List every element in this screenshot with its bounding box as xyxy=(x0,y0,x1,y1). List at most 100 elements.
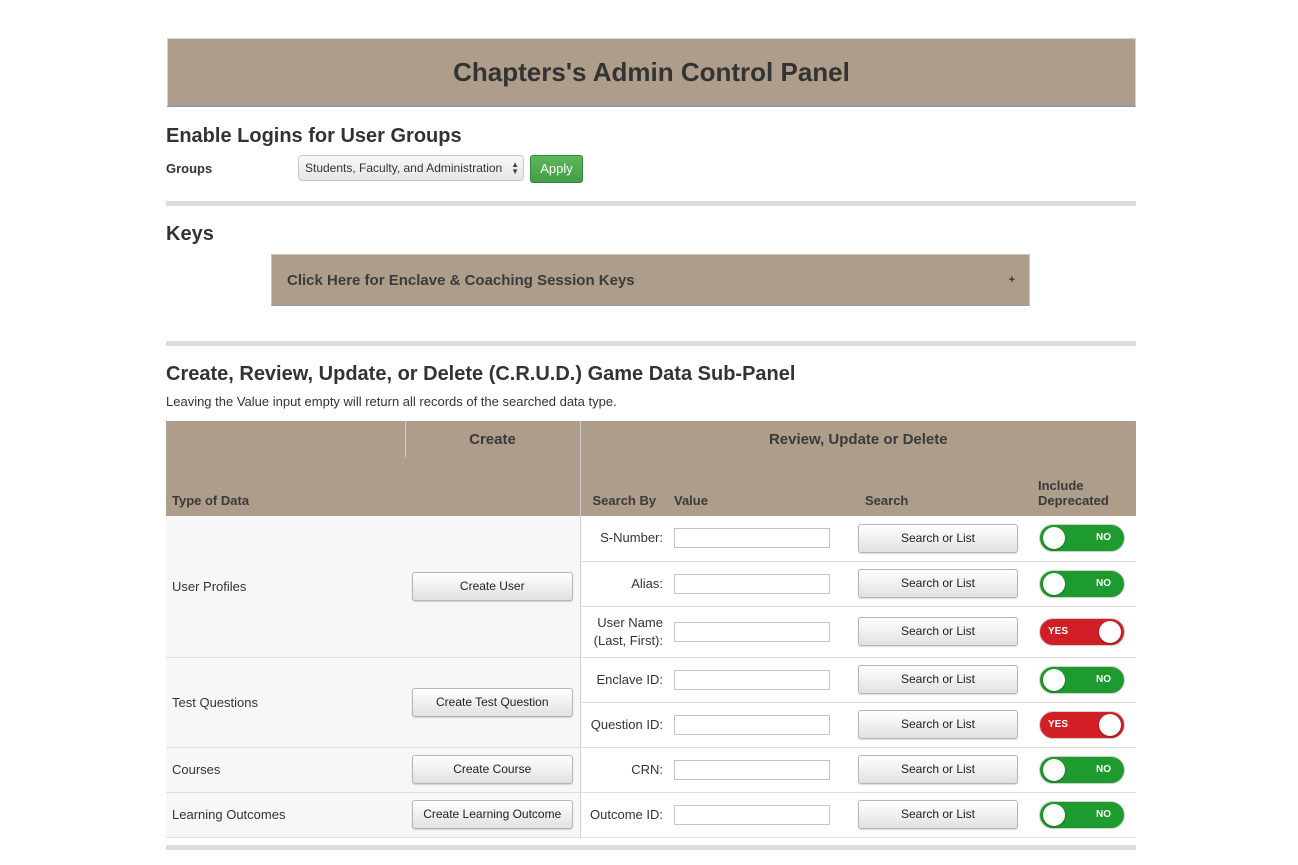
search-cell: Search or List xyxy=(857,516,1034,562)
create-button[interactable]: Create User xyxy=(411,571,573,601)
search-by-label: Question ID: xyxy=(579,702,668,748)
create-button[interactable]: Create Test Question xyxy=(411,687,573,717)
include-deprecated-toggle[interactable]: NO xyxy=(1039,569,1125,598)
deprecated-cell: YES xyxy=(1034,606,1137,658)
col-type-of-data: Type of Data xyxy=(166,457,405,516)
col-search: Search xyxy=(857,457,1034,516)
value-input[interactable] xyxy=(674,669,830,690)
toggle-state-label: NO xyxy=(1096,808,1111,820)
search-or-list-button[interactable]: Search or List xyxy=(858,800,1018,829)
value-cell xyxy=(668,657,857,703)
search-or-list-button[interactable]: Search or List xyxy=(858,523,1018,553)
section-divider xyxy=(166,845,1136,850)
table-row: Test Questions Create Test Question Enclav… xyxy=(166,657,1137,748)
groups-select[interactable]: Students, Faculty, and Administration ▲ ▼ xyxy=(298,155,524,181)
keys-heading: Keys xyxy=(166,223,214,245)
toggle-state-label: YES xyxy=(1048,718,1069,730)
data-type-label: Test Questions xyxy=(166,657,405,748)
search-by-label: CRN: xyxy=(579,747,668,793)
create-cell: Create User xyxy=(405,516,580,658)
search-by-label: Enclave ID: xyxy=(579,657,668,703)
toggle-state-label: NO xyxy=(1096,532,1111,544)
search-cell: Search or List xyxy=(857,792,1034,838)
search-cell: Search or List xyxy=(857,747,1034,793)
search-by-label: S-Number: xyxy=(579,516,668,562)
keys-accordion[interactable]: Click Here for Enclave & Coaching Sessio… xyxy=(271,254,1030,306)
value-cell xyxy=(668,702,857,748)
create-cell: Create Course xyxy=(405,747,580,793)
search-or-list-button[interactable]: Search or List xyxy=(858,755,1018,784)
data-type-label: Learning Outcomes xyxy=(166,792,405,838)
search-or-list-button[interactable]: Search or List xyxy=(858,710,1018,739)
toggle-knob xyxy=(1043,803,1065,826)
search-by-label: User Name (Last, First): xyxy=(579,606,668,658)
toggle-knob xyxy=(1099,620,1121,643)
value-cell xyxy=(668,561,857,607)
deprecated-cell: NO xyxy=(1034,657,1137,703)
value-input[interactable] xyxy=(674,759,830,780)
toggle-knob xyxy=(1043,572,1065,595)
deprecated-cell: NO xyxy=(1034,792,1137,838)
include-deprecated-toggle[interactable]: NO xyxy=(1039,755,1125,784)
create-cell: Create Test Question xyxy=(405,657,580,748)
search-by-label: Alias: xyxy=(579,561,668,607)
search-cell: Search or List xyxy=(857,606,1034,658)
value-input[interactable] xyxy=(674,714,830,735)
data-type-label: User Profiles xyxy=(166,516,405,658)
search-by-label: Outcome ID: xyxy=(579,792,668,838)
groups-label: Groups xyxy=(166,161,213,176)
include-deprecated-toggle[interactable]: NO xyxy=(1039,665,1125,694)
crud-table: Create Review, Update or Delete Type of … xyxy=(166,421,1137,838)
toggle-knob xyxy=(1043,527,1065,550)
value-cell xyxy=(668,606,857,658)
toggle-state-label: NO xyxy=(1096,673,1111,685)
create-button[interactable]: Create Learning Outcome xyxy=(411,800,573,829)
value-input[interactable] xyxy=(674,804,830,825)
include-deprecated-toggle[interactable]: YES xyxy=(1039,710,1125,739)
table-row: Courses Create Course CRN: Search or List NO xyxy=(166,747,1137,793)
crud-heading: Create, Review, Update, or Delete (C.R.U… xyxy=(166,363,796,385)
search-or-list-button[interactable]: Search or List xyxy=(858,617,1018,646)
toggle-state-label: NO xyxy=(1096,577,1111,589)
crud-note: Leaving the Value input empty will retur… xyxy=(166,394,617,409)
page-title: Chapters's Admin Control Panel xyxy=(453,56,850,87)
select-arrows-icon: ▲ ▼ xyxy=(511,160,519,176)
include-deprecated-toggle[interactable]: NO xyxy=(1039,524,1125,553)
search-or-list-button[interactable]: Search or List xyxy=(858,665,1018,694)
value-cell xyxy=(668,516,857,562)
toggle-knob xyxy=(1043,668,1065,691)
create-cell: Create Learning Outcome xyxy=(405,792,580,838)
toggle-state-label: YES xyxy=(1048,625,1069,637)
deprecated-cell: YES xyxy=(1034,702,1137,748)
section-divider xyxy=(166,201,1136,206)
table-row: User Profiles Create User S-Number: Search … xyxy=(166,516,1137,658)
logins-heading: Enable Logins for User Groups xyxy=(166,125,462,147)
col-value: Value xyxy=(668,457,857,516)
deprecated-cell: NO xyxy=(1034,516,1137,562)
value-cell xyxy=(668,792,857,838)
keys-accordion-label: Click Here for Enclave & Coaching Sessio… xyxy=(287,271,635,289)
col-search-by: Search By xyxy=(579,457,668,516)
toggle-state-label: NO xyxy=(1096,763,1111,775)
table-row: Learning Outcomes Create Learning Outcome… xyxy=(166,792,1137,838)
include-deprecated-toggle[interactable]: NO xyxy=(1039,800,1125,829)
search-cell: Search or List xyxy=(857,657,1034,703)
col-include-deprecated: Include Deprecated xyxy=(1034,457,1137,516)
value-cell xyxy=(668,747,857,793)
header-rud: Review, Update or Delete xyxy=(579,421,1137,457)
value-input[interactable] xyxy=(674,528,830,549)
create-button[interactable]: Create Course xyxy=(411,755,573,784)
search-cell: Search or List xyxy=(857,702,1034,748)
include-deprecated-toggle[interactable]: YES xyxy=(1039,617,1125,646)
value-input[interactable] xyxy=(674,573,830,594)
toggle-knob xyxy=(1099,713,1121,736)
groups-select-value: Students, Faculty, and Administration xyxy=(305,161,503,175)
value-input[interactable] xyxy=(674,621,830,642)
search-cell: Search or List xyxy=(857,561,1034,607)
apply-button[interactable]: Apply xyxy=(530,155,583,183)
search-or-list-button[interactable]: Search or List xyxy=(858,569,1018,598)
toggle-knob xyxy=(1043,758,1065,781)
header-blank xyxy=(166,421,405,457)
col-create-blank xyxy=(405,457,580,516)
expand-plus-icon: + xyxy=(1008,274,1015,286)
